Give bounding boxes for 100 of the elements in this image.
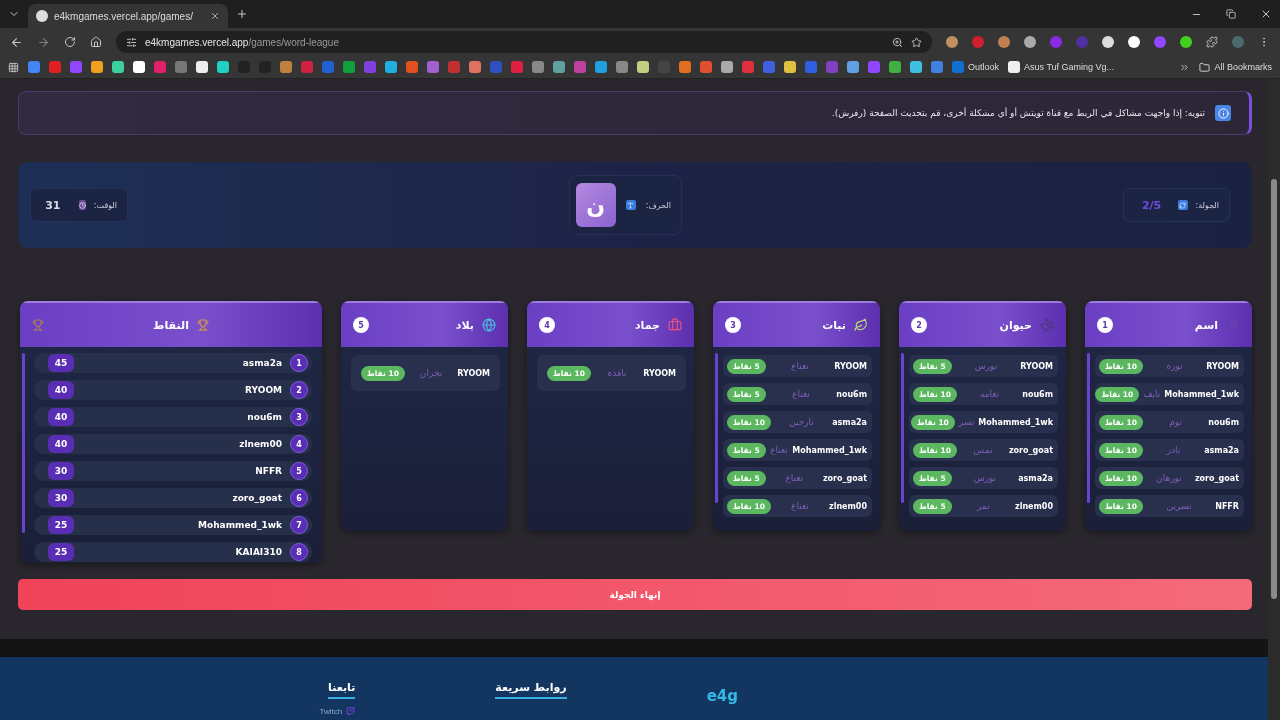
answer-text: نعناع [791, 389, 811, 399]
rank-badge: 4 [290, 435, 308, 453]
close-button[interactable] [1260, 8, 1272, 20]
bookmark-icon[interactable] [91, 61, 103, 73]
score-badge: 45 [48, 354, 74, 372]
round-label: الجولة: [1195, 200, 1219, 210]
refresh-icon [1177, 200, 1188, 210]
score-badge: 30 [48, 489, 74, 507]
home-button[interactable] [90, 36, 102, 48]
apps-icon[interactable] [8, 61, 19, 73]
bookmark-icon[interactable] [133, 61, 145, 73]
close-tab-icon[interactable] [210, 11, 220, 21]
answer-text: نمر [975, 501, 991, 511]
bookmark-icon[interactable] [910, 61, 922, 73]
back-button[interactable] [10, 35, 23, 49]
forward-button[interactable] [37, 35, 50, 49]
bookmark-icon[interactable] [1008, 61, 1021, 73]
category-number: 2 [911, 317, 927, 333]
answer-text: نعامه [978, 389, 1001, 399]
player-name: zlnem00 [1015, 501, 1053, 511]
bookmark-link[interactable]: Outlook [968, 62, 1000, 72]
answer-text: نعناع [784, 473, 805, 483]
player-name: asma2a [1018, 473, 1053, 483]
answer-text: نعناع [790, 501, 810, 511]
scrollbar[interactable] [715, 353, 718, 503]
player-name: RYOOM [1206, 361, 1239, 371]
score-badge: 30 [48, 462, 74, 480]
globe-icon [482, 318, 496, 332]
player-name: nou6m [1022, 389, 1053, 399]
answer-text: نعناع [790, 361, 810, 371]
site-settings-icon[interactable] [126, 36, 137, 48]
bookmark-icon[interactable] [637, 61, 649, 73]
answer-text: نورس [973, 361, 999, 371]
extension-icon[interactable] [1180, 36, 1192, 48]
footer-heading: تابعنا [328, 681, 356, 699]
bookmark-icon[interactable] [721, 61, 733, 73]
scrollbar[interactable] [901, 353, 904, 503]
profile-avatar[interactable] [1232, 36, 1244, 48]
rank-badge: 1 [290, 354, 308, 372]
bookmark-icon[interactable] [112, 61, 124, 73]
category-number: 1 [1097, 317, 1113, 333]
round-value: 2/5 [1140, 198, 1163, 212]
player-name: Mohammed_1wk [978, 417, 1053, 427]
leaderboard-title: النقاط [153, 318, 189, 332]
all-bookmarks-button[interactable]: All Bookmarks [1214, 62, 1272, 72]
restore-button[interactable] [1226, 9, 1236, 19]
bookmark-icon[interactable] [217, 61, 229, 73]
reload-button[interactable] [64, 36, 76, 48]
twitch-icon[interactable] [346, 707, 356, 716]
player-name: zoro_goat [1008, 445, 1053, 455]
footer-logo: e4g [706, 687, 738, 707]
footer-heading: روابط سريعة [495, 681, 567, 699]
score-badge: 40 [48, 435, 74, 453]
new-tab-button[interactable] [236, 8, 248, 20]
footer-link[interactable]: Twitch [319, 707, 343, 716]
extension-icon[interactable] [1102, 36, 1114, 48]
scrollbar[interactable] [1087, 353, 1090, 503]
extensions-icon[interactable] [1206, 36, 1218, 48]
category-title: حيوان [999, 318, 1032, 332]
answer-text: نورس [972, 473, 998, 483]
rank-badge: 2 [290, 381, 308, 399]
page-scrollbar[interactable] [1268, 79, 1280, 720]
bookmark-star-icon[interactable] [911, 36, 922, 48]
bookmark-icon[interactable] [196, 61, 208, 73]
player-name: RYOOM [643, 368, 676, 378]
extension-icon[interactable] [1024, 36, 1036, 48]
extension-icon[interactable] [1128, 36, 1140, 48]
leaf-icon [854, 318, 868, 332]
answer-text: نعناع [769, 445, 789, 455]
address-bar[interactable]: e4kmgames.vercel.app/games/word-league [116, 31, 932, 53]
answer-text: نورهان [1155, 473, 1183, 483]
answer-text: نجران [418, 368, 444, 378]
clock-icon [78, 200, 86, 210]
answer-text: نوم [1168, 417, 1183, 427]
category-title: بلاد [455, 318, 474, 332]
score-badge: 25 [48, 516, 74, 534]
player-name: asma2a [832, 417, 867, 427]
paw-icon [1040, 318, 1054, 332]
category-number: 3 [725, 317, 741, 333]
player-name: zlnem00 [829, 501, 867, 511]
briefcase-icon [668, 318, 682, 332]
browser-tab[interactable]: e4kmgames.vercel.app/games/ [28, 4, 228, 28]
player-name: nou6m [246, 412, 282, 422]
player-name: RYOOM [1020, 361, 1053, 371]
bookmark-link[interactable]: Asus Tuf Gaming Vg... [1024, 62, 1115, 72]
answer-text: نادر [1165, 445, 1182, 455]
player-name: Mohammed_1wk [792, 445, 867, 455]
bookmark-icon[interactable] [784, 61, 796, 73]
zoom-icon[interactable] [892, 36, 903, 48]
scrollbar[interactable] [22, 353, 25, 533]
player-name: KAIAI310 [234, 547, 282, 557]
player-name: nou6m [836, 389, 867, 399]
player-name: asma2a [1204, 445, 1239, 455]
score-badge: 40 [48, 408, 74, 426]
player-name: zoro_goat [231, 493, 282, 503]
player-name: NFFR [254, 466, 282, 476]
player-name: RYOOM [457, 368, 490, 378]
folder-icon[interactable] [1199, 61, 1211, 73]
rank-badge: 6 [290, 489, 308, 507]
answer-text: نمس [972, 445, 994, 455]
